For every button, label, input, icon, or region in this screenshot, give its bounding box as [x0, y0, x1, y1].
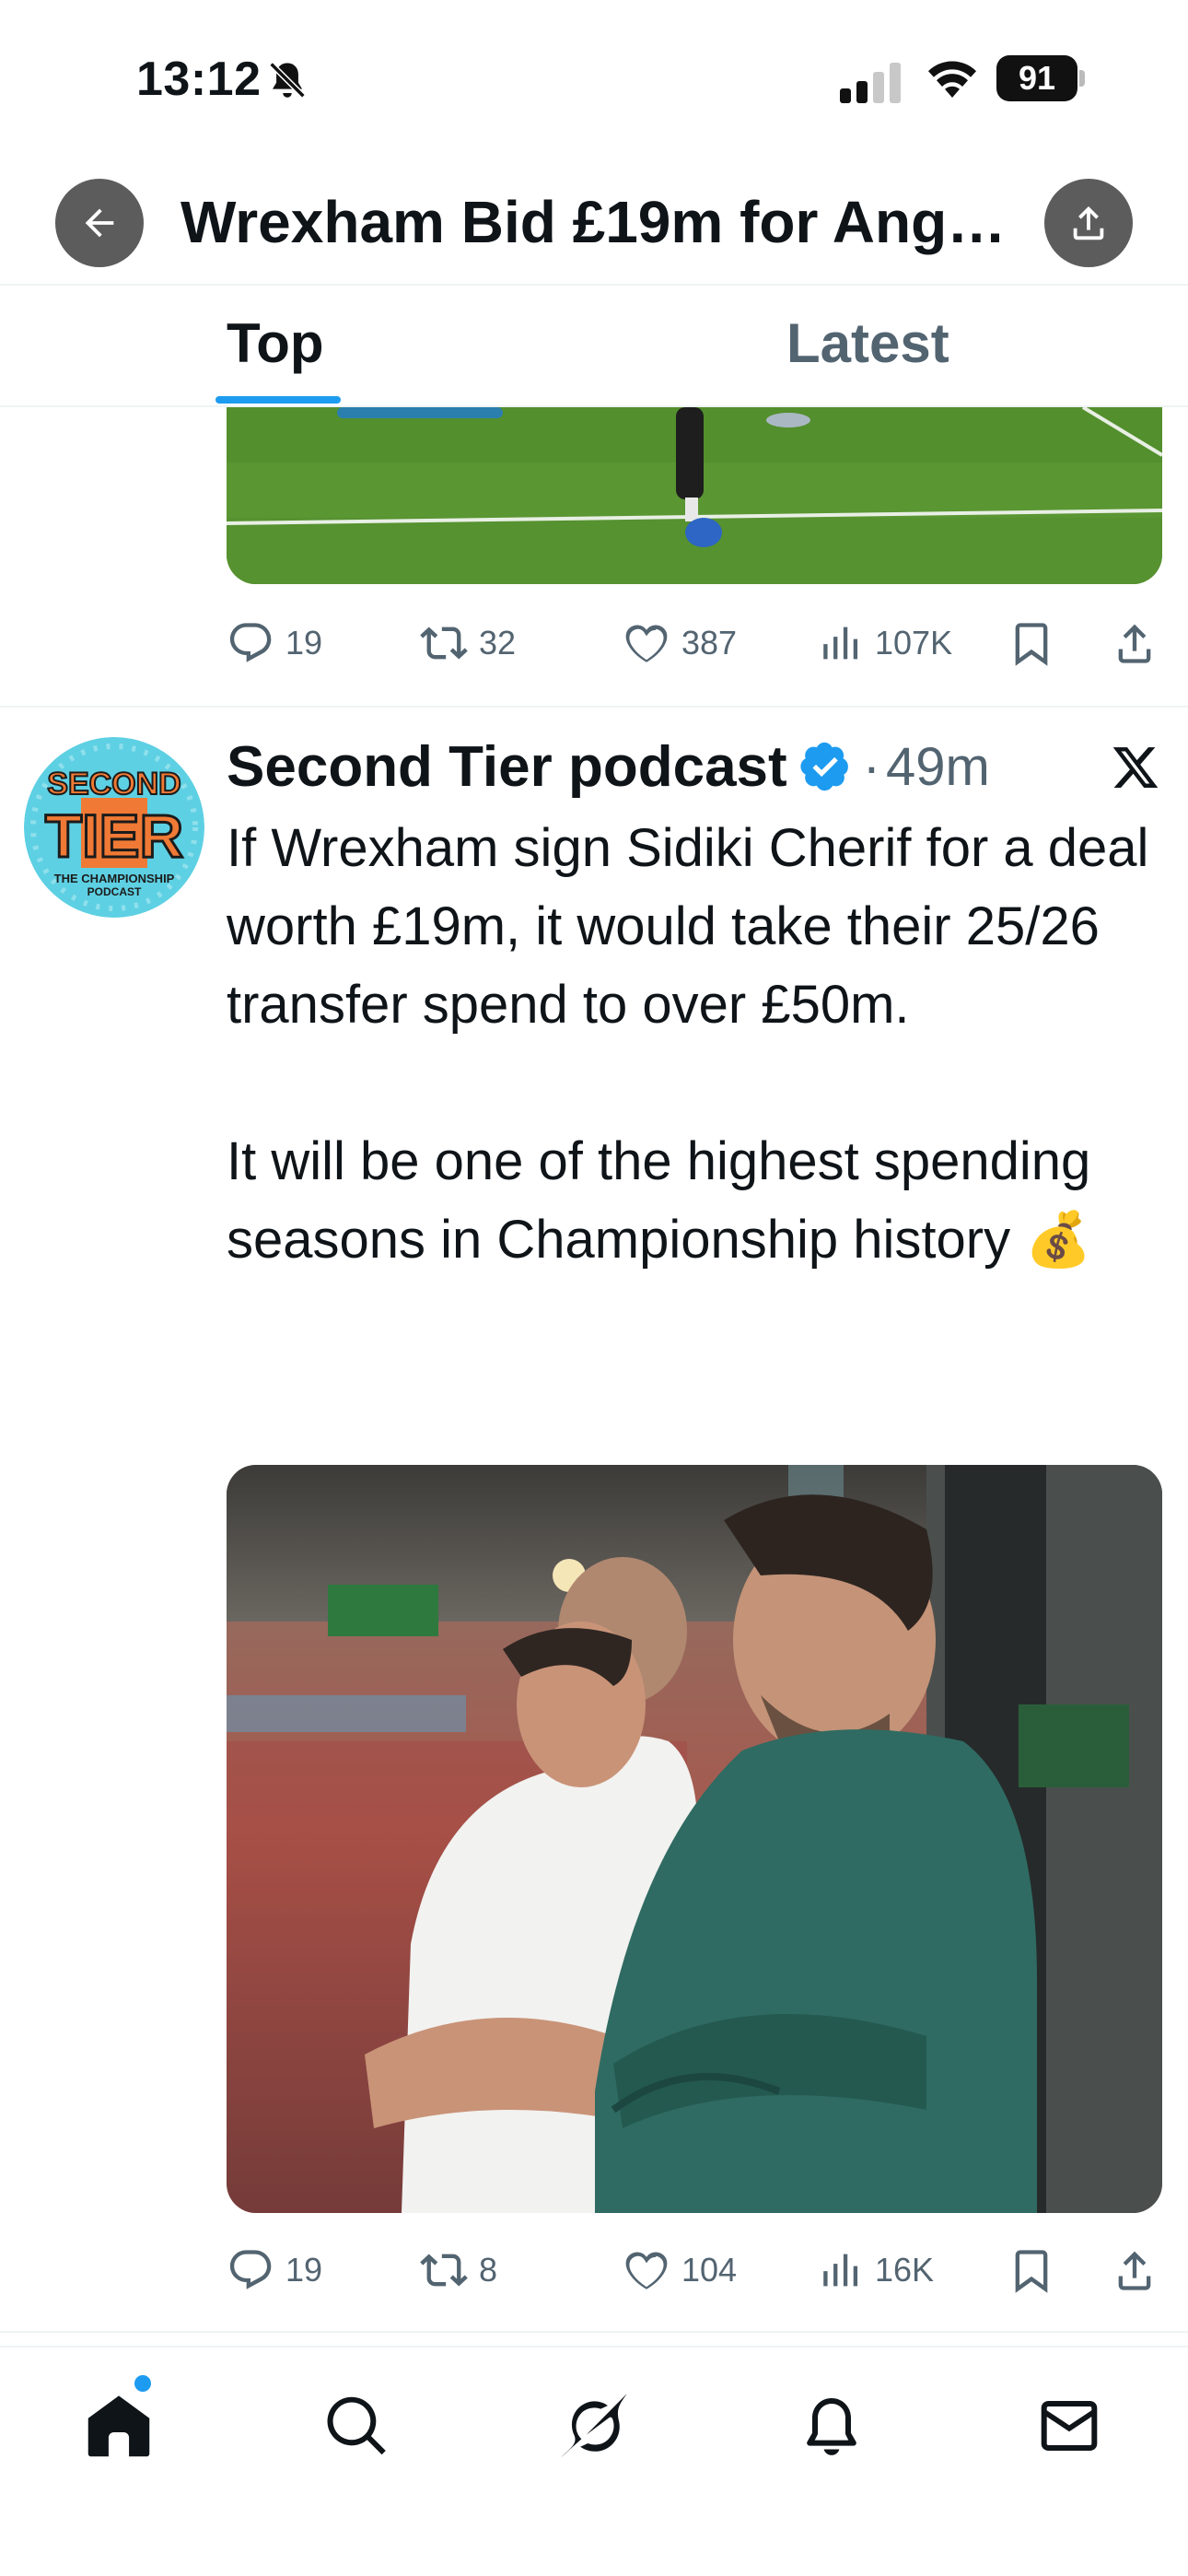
avatar-text-line1: SECOND — [47, 767, 181, 802]
home-icon — [87, 2395, 150, 2457]
repost-button[interactable]: 32 — [420, 614, 516, 673]
bookmark-button[interactable] — [1007, 614, 1066, 673]
tab-bar: Top Latest — [0, 286, 1188, 407]
views-count: 16K — [875, 2251, 935, 2289]
messages-icon — [1041, 2401, 1098, 2451]
share-button[interactable] — [1044, 179, 1133, 267]
arrow-left-icon — [85, 208, 114, 238]
search-query-title[interactable]: Wrexham Bid £19m for Ange... — [181, 188, 1009, 256]
tweet-image[interactable] — [227, 1465, 1162, 2213]
bookmark-button[interactable] — [1007, 2241, 1066, 2300]
wifi-icon — [928, 61, 976, 98]
back-button[interactable] — [55, 179, 144, 267]
nav-search[interactable] — [315, 2384, 398, 2467]
views-button[interactable]: 107K — [816, 614, 952, 673]
tweet-header: Second Tier podcast · 49m — [227, 730, 990, 803]
reply-button[interactable]: 19 — [227, 614, 322, 673]
like-button[interactable]: 387 — [623, 614, 737, 673]
bell-muted-icon — [269, 62, 306, 99]
tweet-actions: 19 8 104 16K — [227, 2241, 1162, 2300]
views-button[interactable]: 16K — [816, 2241, 934, 2300]
grok-icon — [561, 2394, 627, 2458]
status-bar: 13:12 91 — [0, 0, 1188, 157]
bookmark-icon — [1015, 2250, 1048, 2293]
cellular-signal-icon — [840, 63, 901, 103]
repost-button[interactable]: 8 — [420, 2241, 497, 2300]
search-icon — [327, 2396, 386, 2455]
tweet-divider — [0, 2331, 1188, 2333]
nav-home[interactable] — [77, 2384, 160, 2467]
like-count: 387 — [681, 624, 738, 662]
like-count: 104 — [681, 2251, 738, 2289]
x-logo-icon — [1112, 747, 1159, 789]
nav-notifications[interactable] — [790, 2384, 873, 2467]
repost-icon — [420, 626, 468, 660]
tweet-separator: · — [862, 736, 881, 797]
bookmark-icon — [1015, 623, 1048, 666]
repost-icon — [420, 2254, 468, 2287]
battery-level: 91 — [996, 55, 1077, 101]
previous-tweet-actions: 19 32 387 107K — [227, 614, 1162, 673]
share-icon — [1073, 205, 1104, 240]
nav-messages[interactable] — [1028, 2384, 1111, 2467]
reply-icon — [229, 2250, 272, 2289]
author-avatar[interactable]: SECOND TIER THE CHAMPIONSHIP PODCAST — [24, 737, 204, 918]
verified-badge-icon — [800, 742, 848, 791]
heart-icon — [625, 625, 668, 662]
avatar-text-line2: TIER — [45, 802, 183, 870]
stadium-photo — [227, 1465, 1162, 2213]
tweet-paragraph-2: It will be one of the highest spending s… — [227, 1131, 1092, 1270]
share-icon — [1118, 624, 1151, 663]
heart-icon — [625, 2252, 668, 2289]
share-icon — [1118, 2251, 1151, 2290]
tweet-feed[interactable]: 19 32 387 107K SECOND TIER THE CHAMPIONS… — [0, 407, 1188, 2346]
reply-button[interactable]: 19 — [227, 2241, 322, 2300]
status-time: 13:12 — [136, 53, 262, 106]
football-pitch-image — [227, 407, 1162, 584]
views-count: 107K — [875, 624, 953, 662]
author-name[interactable]: Second Tier podcast — [227, 734, 787, 800]
tweet-timestamp[interactable]: 49m — [886, 736, 990, 798]
repost-count: 8 — [479, 2251, 498, 2289]
nav-grok[interactable] — [553, 2384, 635, 2467]
reply-count: 19 — [285, 2251, 323, 2289]
home-notification-dot — [134, 2375, 151, 2392]
avatar-text-line3: THE CHAMPIONSHIP — [54, 872, 175, 885]
reply-count: 19 — [285, 624, 323, 662]
active-tab-indicator — [215, 396, 341, 404]
reply-icon — [229, 623, 272, 662]
previous-tweet-image[interactable] — [227, 407, 1162, 584]
second-tier-logo: SECOND TIER THE CHAMPIONSHIP PODCAST — [24, 737, 204, 918]
tweet-divider — [0, 706, 1188, 708]
tab-top[interactable]: Top — [227, 311, 324, 375]
search-header: Wrexham Bid £19m for Ange... — [0, 157, 1188, 286]
avatar-text-line4: PODCAST — [87, 885, 142, 898]
notifications-icon — [807, 2398, 856, 2455]
tweet-paragraph-1: If Wrexham sign Sidiki Cherif for a deal… — [227, 818, 1149, 1035]
tab-latest[interactable]: Latest — [786, 311, 949, 375]
share-tweet-button[interactable] — [1111, 614, 1170, 673]
views-icon — [823, 626, 858, 660]
share-tweet-button[interactable] — [1111, 2241, 1170, 2300]
like-button[interactable]: 104 — [623, 2241, 737, 2300]
views-icon — [823, 2254, 858, 2287]
repost-count: 32 — [479, 624, 517, 662]
tweet-text: If Wrexham sign Sidiki Cherif for a deal… — [227, 809, 1175, 1279]
battery-icon: 91 — [996, 55, 1087, 101]
bottom-navigation — [0, 2346, 1188, 2576]
